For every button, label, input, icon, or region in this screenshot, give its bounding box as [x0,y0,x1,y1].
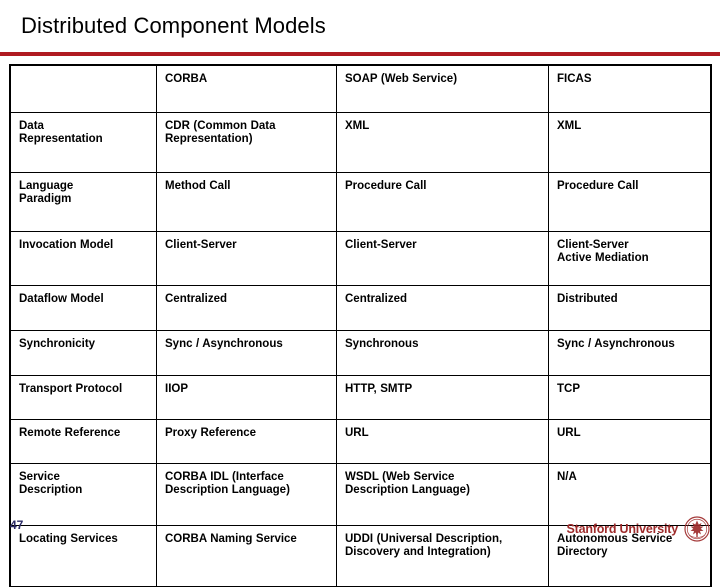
cell-soap: Centralized [336,285,549,331]
cell-ficas: Procedure Call [548,172,711,232]
row-label: Data Representation [10,112,157,173]
table-row: Synchronicity Sync / Asynchronous Synchr… [10,330,711,376]
comparison-table-container: CORBA SOAP (Web Service) FICAS Data Repr… [9,64,712,587]
table-header: CORBA SOAP (Web Service) FICAS [10,65,711,113]
row-label: Invocation Model [10,231,157,286]
row-label: Locating Services [10,525,157,587]
page-number: 47 [10,518,24,532]
table-row: Invocation Model Client-Server Client-Se… [10,231,711,286]
table-row: Language Paradigm Method Call Procedure … [10,172,711,232]
row-label: Dataflow Model [10,285,157,331]
table-row: Transport Protocol IIOP HTTP, SMTP TCP [10,375,711,420]
row-label: Synchronicity [10,330,157,376]
table-row: Dataflow Model Centralized Centralized D… [10,285,711,331]
cell-soap: HTTP, SMTP [336,375,549,420]
comparison-table: CORBA SOAP (Web Service) FICAS Data Repr… [9,64,712,587]
column-header-soap: SOAP (Web Service) [336,65,549,113]
cell-ficas: Sync / Asynchronous [548,330,711,376]
row-label: Remote Reference [10,419,157,464]
page-title: Distributed Component Models [21,13,326,38]
cell-ficas: Distributed [548,285,711,331]
cell-soap: Procedure Call [336,172,549,232]
cell-soap: UDDI (Universal Description, Discovery a… [336,525,549,587]
cell-soap: WSDL (Web Service Description Language) [336,463,549,526]
cell-corba: IIOP [156,375,337,420]
cell-ficas: TCP [548,375,711,420]
cell-ficas: XML [548,112,711,173]
table-row: Data Representation CDR (Common Data Rep… [10,112,711,173]
cell-ficas: Client-Server Active Mediation [548,231,711,286]
cell-soap: XML [336,112,549,173]
cell-soap: URL [336,419,549,464]
cell-corba: Method Call [156,172,337,232]
cell-corba: CDR (Common Data Representation) [156,112,337,173]
column-header-ficas: FICAS [548,65,711,113]
cell-corba: CORBA Naming Service [156,525,337,587]
brand-name: Stanford University [566,522,678,536]
cell-corba: Proxy Reference [156,419,337,464]
column-header-attribute [10,65,157,113]
row-label: Transport Protocol [10,375,157,420]
slide-canvas: Distributed Component Models CORBA SOAP … [0,0,720,587]
cell-ficas: URL [548,419,711,464]
table-row: Remote Reference Proxy Reference URL URL [10,419,711,464]
cell-corba: Client-Server [156,231,337,286]
cell-corba: Centralized [156,285,337,331]
column-header-corba: CORBA [156,65,337,113]
cell-soap: Client-Server [336,231,549,286]
table-header-row: CORBA SOAP (Web Service) FICAS [10,65,711,113]
cell-corba: Sync / Asynchronous [156,330,337,376]
cell-soap: Synchronous [336,330,549,376]
stanford-seal-icon [684,516,710,542]
row-label: Service Description [10,463,157,526]
brand-footer: Stanford University [566,516,710,542]
row-label: Language Paradigm [10,172,157,232]
title-divider [0,52,720,56]
cell-corba: CORBA IDL (Interface Description Languag… [156,463,337,526]
